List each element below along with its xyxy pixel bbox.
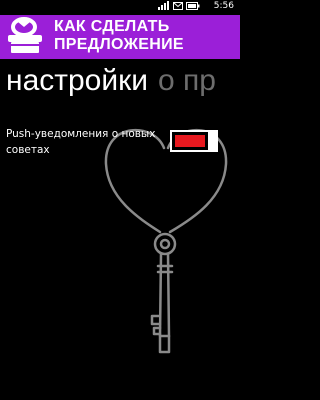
signal-icon xyxy=(158,1,169,10)
toggle-fill xyxy=(175,135,205,147)
status-bar: 5:56 xyxy=(0,0,240,15)
tab-about[interactable]: о пр xyxy=(158,64,216,97)
tab-settings[interactable]: настройки xyxy=(6,64,148,97)
app-title: КАК СДЕЛАТЬ ПРЕДЛОЖЕНИЕ xyxy=(54,18,184,53)
toggle-knob[interactable] xyxy=(208,130,216,152)
status-time: 5:56 xyxy=(213,1,234,11)
push-notifications-label: Push-уведомления о новых советах xyxy=(6,128,156,156)
status-icons xyxy=(158,1,200,10)
message-icon xyxy=(173,1,183,10)
pivot-header: настройки о пр xyxy=(6,64,216,98)
push-notifications-toggle[interactable] xyxy=(170,130,218,152)
heart-key-illustration xyxy=(104,128,228,354)
battery-icon xyxy=(186,1,200,10)
logo-icon xyxy=(8,17,42,53)
